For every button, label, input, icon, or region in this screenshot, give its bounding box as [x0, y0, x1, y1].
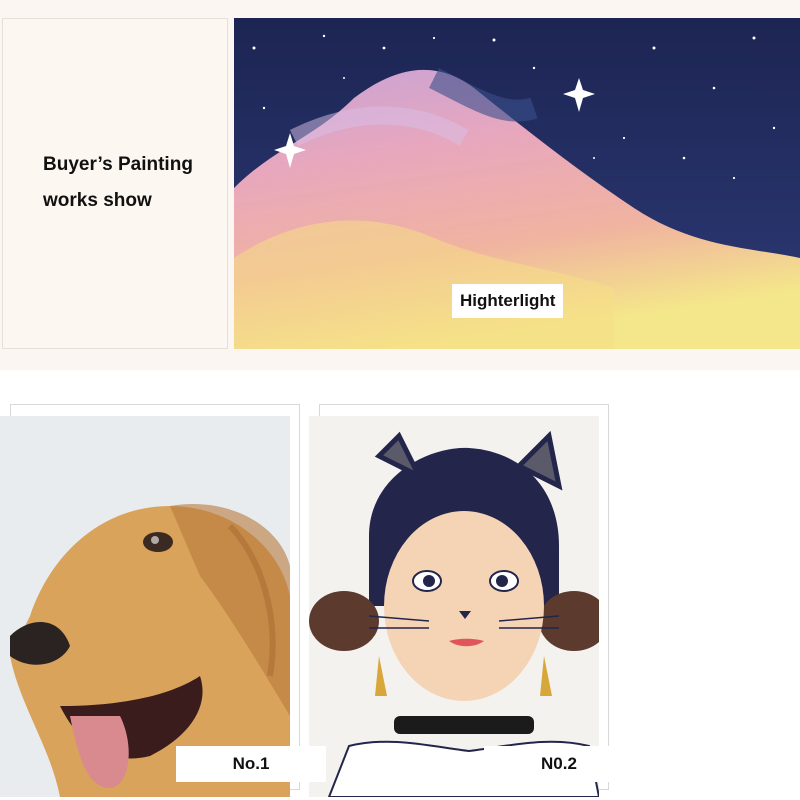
intro-title-line-2: works show: [43, 190, 152, 211]
work-label-1: No.1: [176, 746, 326, 782]
intro-title: Buyer’s Painting works show: [43, 147, 223, 219]
intro-title-line-1: Buyer’s Painting: [43, 154, 193, 175]
intro-card: Buyer’s Painting works show: [2, 18, 228, 349]
dog-portrait: [0, 416, 290, 797]
highlight-label: Highterlight: [452, 284, 564, 318]
work-label-2: N0.2: [484, 746, 634, 782]
girl-illustration: [309, 416, 599, 797]
